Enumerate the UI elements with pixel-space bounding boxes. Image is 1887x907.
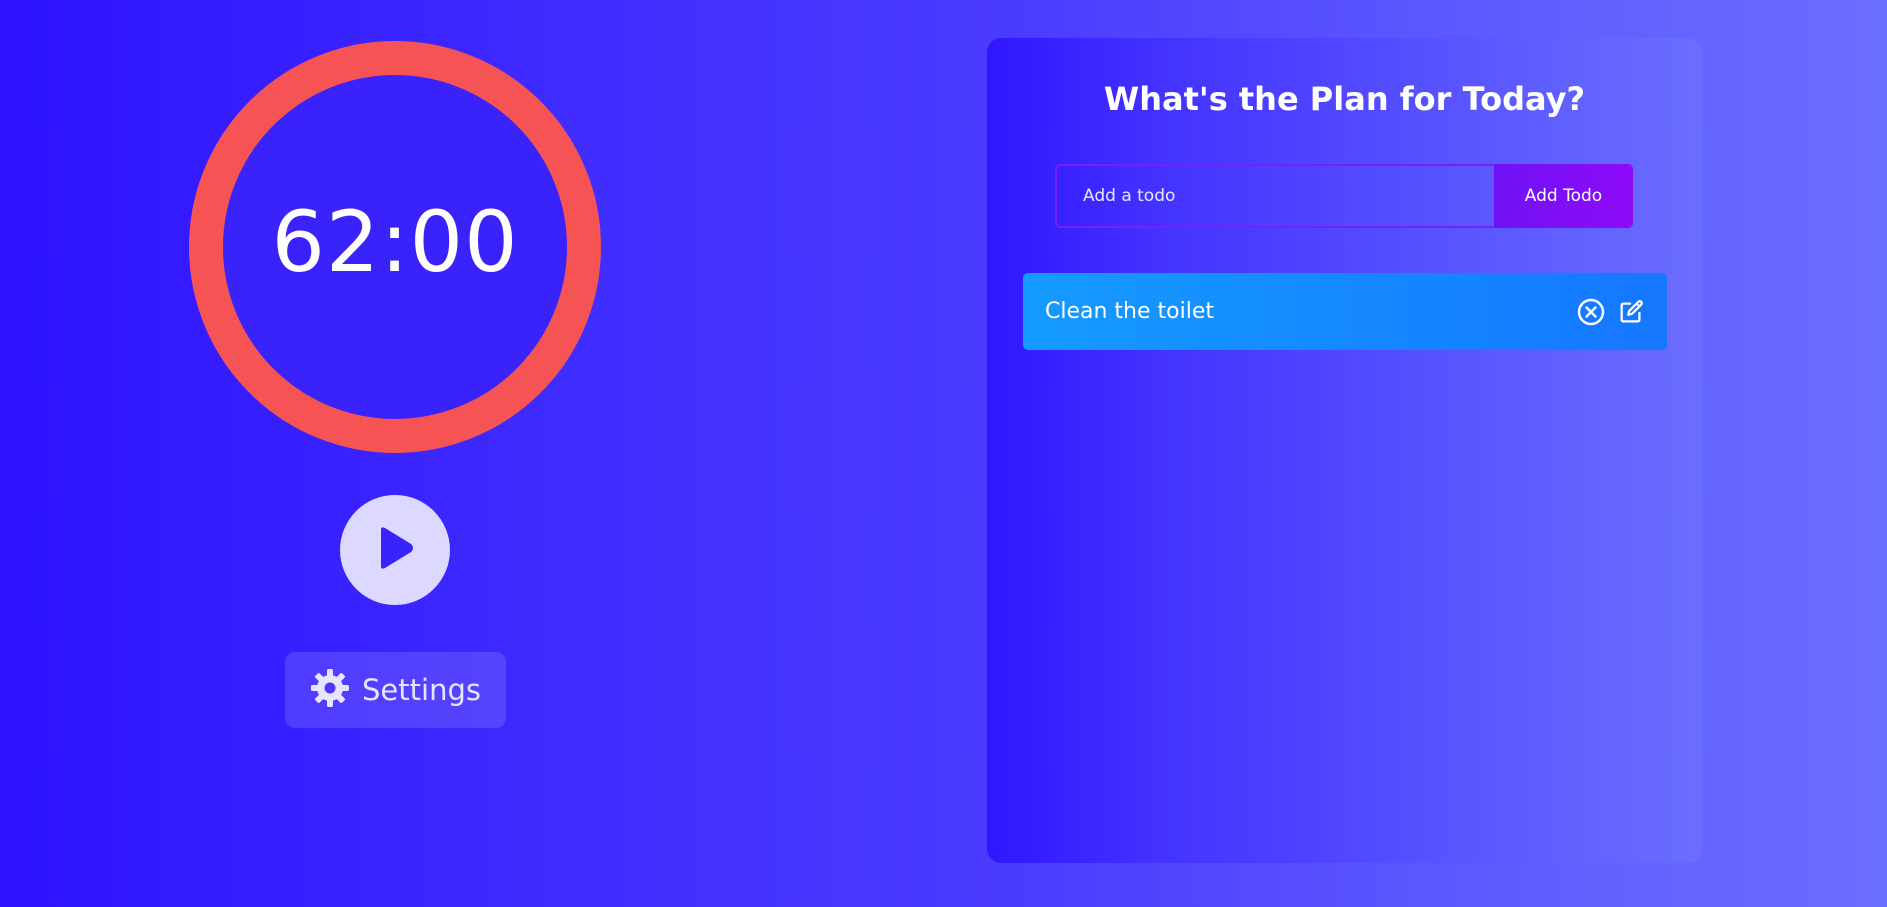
todo-item: Clean the toilet [1023, 273, 1667, 350]
todo-item-text: Clean the toilet [1045, 299, 1214, 324]
timer-ring: 62:00 [189, 41, 601, 453]
todo-panel: What's the Plan for Today? Add Todo Clea… [987, 38, 1702, 863]
close-circle-icon[interactable] [1577, 298, 1605, 326]
timer-display: 62:00 [271, 193, 519, 291]
todo-list: Clean the toilet [1023, 273, 1667, 350]
gear-icon [310, 668, 350, 712]
add-todo-button[interactable]: Add Todo [1494, 164, 1633, 228]
play-button[interactable] [340, 495, 450, 605]
play-icon [373, 524, 417, 576]
todo-form: Add Todo [1055, 164, 1633, 228]
todo-item-actions [1577, 298, 1645, 326]
edit-icon[interactable] [1617, 298, 1645, 326]
todo-input[interactable] [1055, 164, 1494, 228]
settings-label: Settings [362, 673, 481, 707]
todo-title: What's the Plan for Today? [1103, 80, 1586, 118]
settings-button[interactable]: Settings [285, 652, 506, 728]
